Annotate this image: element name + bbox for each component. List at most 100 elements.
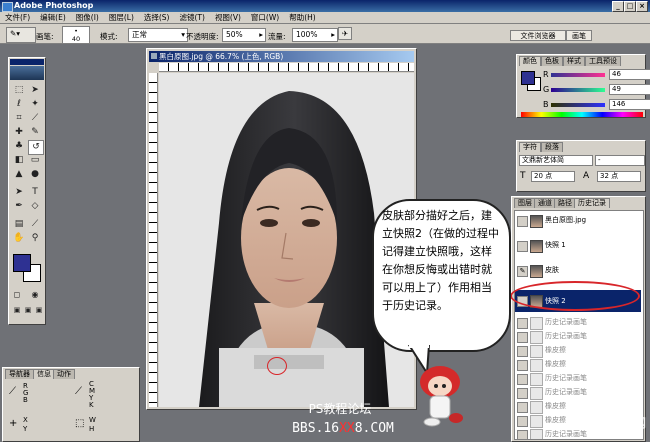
- channel-b-input[interactable]: 146: [609, 99, 650, 110]
- marquee-tool-icon[interactable]: ⬚: [12, 84, 26, 97]
- checkbox[interactable]: [517, 332, 528, 343]
- history-label: 橡皮擦: [545, 346, 566, 354]
- color-spectrum-bar[interactable]: [521, 112, 643, 117]
- history-brush-icon[interactable]: ↺: [28, 140, 44, 155]
- tab-swatches[interactable]: 色板: [541, 56, 563, 66]
- hand-tool-icon[interactable]: ✋: [12, 232, 26, 245]
- magic-wand-icon[interactable]: ✦: [28, 98, 42, 111]
- history-step[interactable]: 橡皮擦: [515, 399, 633, 414]
- highlight-ellipse: [510, 281, 640, 311]
- opacity-input[interactable]: 50% ▸: [222, 28, 266, 42]
- tab-channels[interactable]: 通道: [534, 198, 556, 208]
- minimize-button[interactable]: _: [612, 1, 624, 12]
- type-tool-icon[interactable]: T: [28, 186, 42, 199]
- tab-paths[interactable]: 路径: [554, 198, 576, 208]
- tab-info[interactable]: 信息: [33, 369, 55, 379]
- brush-tool-icon[interactable]: ✎: [28, 126, 42, 139]
- checkbox[interactable]: [517, 374, 528, 385]
- checkbox[interactable]: [517, 360, 528, 371]
- history-step[interactable]: 历史记录画笔: [515, 371, 633, 386]
- menu-view[interactable]: 视图(V): [210, 12, 246, 24]
- menu-help[interactable]: 帮助(H): [284, 12, 321, 24]
- close-button[interactable]: ×: [636, 1, 648, 12]
- tab-tool-presets[interactable]: 工具预设: [585, 56, 621, 66]
- tab-navigator[interactable]: 导航器: [5, 369, 34, 379]
- checkbox[interactable]: [517, 216, 528, 227]
- lasso-tool-icon[interactable]: ℓ: [12, 98, 26, 111]
- pen-tool-icon[interactable]: ✒: [12, 200, 26, 213]
- gradient-tool-icon[interactable]: ▭: [28, 154, 42, 167]
- zoom-tool-icon[interactable]: ⚲: [28, 232, 42, 245]
- checkbox[interactable]: [517, 241, 528, 252]
- channel-r-input[interactable]: 46: [609, 69, 650, 80]
- crosshair-icon: +: [9, 418, 18, 429]
- font-style-select[interactable]: -: [595, 155, 645, 166]
- channel-g-input[interactable]: 49: [609, 84, 650, 95]
- tab-styles[interactable]: 样式: [563, 56, 585, 66]
- history-snapshot[interactable]: 快照 1: [515, 238, 633, 253]
- font-family-select[interactable]: 文鼎新艺体简: [519, 155, 593, 166]
- blur-tool-icon[interactable]: ▲: [12, 168, 26, 181]
- tab-history[interactable]: 历史记录: [574, 198, 610, 208]
- crop-tool-icon[interactable]: ⌗: [12, 112, 26, 125]
- notes-tool-icon[interactable]: ▤: [12, 218, 26, 231]
- file-browser-tab[interactable]: 文件浏览器: [510, 30, 566, 41]
- airbrush-toggle[interactable]: ✈: [338, 27, 352, 40]
- color-fg-swatch[interactable]: [521, 71, 535, 85]
- snapshot-thumbnail: [530, 265, 543, 278]
- menu-window[interactable]: 窗口(W): [246, 12, 284, 24]
- shape-tool-icon[interactable]: ◇: [28, 200, 42, 213]
- history-snapshot[interactable]: ✎ 皮肤: [515, 263, 633, 278]
- standard-mode-icon[interactable]: ◻: [10, 288, 24, 301]
- brush-size-picker[interactable]: • 40: [62, 26, 90, 44]
- history-step[interactable]: 历史记录画笔: [515, 329, 633, 344]
- tab-actions[interactable]: 动作: [53, 369, 75, 379]
- menu-file[interactable]: 文件(F): [0, 12, 35, 24]
- channel-g-slider[interactable]: [551, 88, 605, 92]
- history-brush-source-icon[interactable]: ✎: [517, 266, 528, 277]
- history-step[interactable]: 橡皮擦: [515, 343, 633, 358]
- channel-r-slider[interactable]: [551, 73, 605, 77]
- history-step[interactable]: 历史记录画笔: [515, 315, 633, 330]
- checkbox[interactable]: [517, 346, 528, 357]
- checkbox[interactable]: [517, 416, 528, 427]
- menu-layer[interactable]: 图层(L): [104, 12, 139, 24]
- flow-input[interactable]: 100% ▸: [292, 28, 338, 42]
- channel-b-slider[interactable]: [551, 103, 605, 107]
- brushes-tab[interactable]: 画笔: [566, 30, 592, 41]
- menu-image[interactable]: 图像(I): [71, 12, 104, 24]
- checkbox[interactable]: [517, 388, 528, 399]
- maximize-button[interactable]: □: [624, 1, 636, 12]
- chevron-down-icon: ▾: [181, 30, 185, 39]
- tab-color[interactable]: 颜色: [519, 56, 541, 66]
- menu-select[interactable]: 选择(S): [139, 12, 175, 24]
- history-step[interactable]: 橡皮擦: [515, 357, 633, 372]
- dodge-tool-icon[interactable]: ●: [28, 168, 42, 181]
- history-snapshot[interactable]: 黑白原图.jpg: [515, 213, 633, 228]
- checkbox[interactable]: [517, 430, 528, 439]
- tool-preset-picker[interactable]: ✎▾: [6, 27, 36, 43]
- leading-input[interactable]: 32 点: [597, 171, 641, 182]
- mode-select[interactable]: 正常 ▾: [128, 28, 188, 42]
- quickmask-mode-icon[interactable]: ◉: [28, 288, 42, 301]
- path-select-icon[interactable]: ➤: [12, 186, 26, 199]
- move-tool-icon[interactable]: ➤: [28, 84, 42, 97]
- menu-filter[interactable]: 滤镜(T): [175, 12, 210, 24]
- adobe-online-icon[interactable]: [10, 66, 44, 80]
- document-titlebar[interactable]: 黑白原图.jpg @ 66.7% (上色, RGB): [149, 51, 414, 62]
- tab-character[interactable]: 字符: [519, 142, 541, 152]
- tab-paragraph[interactable]: 段落: [541, 142, 563, 152]
- eyedropper-icon[interactable]: ⟋: [28, 218, 42, 231]
- menu-edit[interactable]: 编辑(E): [35, 12, 71, 24]
- slice-tool-icon[interactable]: ⟋: [28, 112, 42, 125]
- tab-layers[interactable]: 图层: [514, 198, 536, 208]
- foreground-color-swatch[interactable]: [13, 254, 31, 272]
- healing-brush-icon[interactable]: ✚: [12, 126, 26, 139]
- font-size-input[interactable]: 20 点: [531, 171, 575, 182]
- history-step[interactable]: 历史记录画笔: [515, 385, 633, 400]
- screen-mode-3-icon[interactable]: ▣: [32, 304, 46, 317]
- eraser-tool-icon[interactable]: ◧: [12, 154, 26, 167]
- checkbox[interactable]: [517, 402, 528, 413]
- checkbox[interactable]: [517, 318, 528, 329]
- clone-stamp-icon[interactable]: ♣: [12, 140, 26, 153]
